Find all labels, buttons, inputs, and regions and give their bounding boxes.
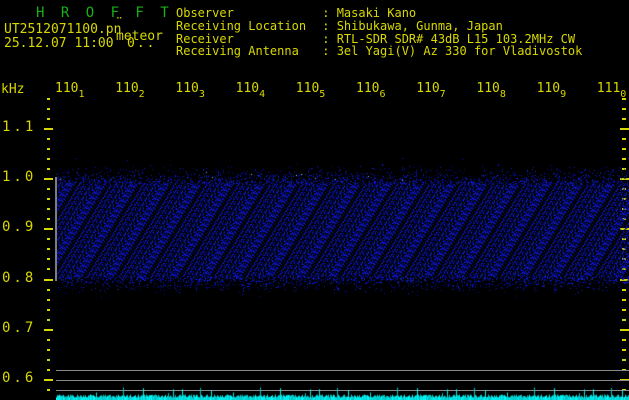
time-axis-label-main: 110 [536, 81, 561, 96]
datetime-label: 25.12.07 11:00 [4, 36, 114, 51]
freq-tick [44, 177, 53, 180]
time-axis-label: 1102 [115, 81, 145, 100]
time-axis-label-sub: 9 [560, 89, 567, 100]
freq-tick [47, 137, 50, 140]
time-axis-label-main: 110 [356, 81, 380, 96]
time-axis-label: 1107 [416, 81, 446, 100]
time-axis-label-main: 110 [115, 81, 139, 96]
freq-tick [47, 258, 50, 261]
freq-tick [47, 298, 50, 301]
time-axis-label-main: 110 [55, 81, 79, 96]
info-separator: : [315, 44, 337, 59]
freq-tick [47, 147, 50, 150]
freq-tick [47, 218, 50, 221]
freq-tick [622, 318, 626, 321]
freq-tick [622, 338, 626, 341]
signal-level-canvas [56, 383, 629, 400]
freq-tick [47, 97, 50, 100]
freq-tick [622, 348, 626, 351]
hrofft-screen: H R O F F T UT2512071100.pn ¨ meteor 25.… [0, 0, 629, 400]
time-axis-label-sub: 3 [198, 89, 205, 100]
reference-line [56, 380, 629, 381]
freq-tick [47, 107, 50, 110]
freq-tick [47, 318, 50, 321]
time-axis-label: 1101 [55, 81, 85, 100]
freq-tick [47, 208, 50, 211]
freq-tick [47, 157, 50, 160]
time-axis-label-sub: 7 [439, 89, 446, 100]
time-axis-label-sub: 2 [138, 89, 145, 100]
freq-axis-label: 0.9 [2, 219, 37, 236]
freq-tick [47, 238, 50, 241]
time-axis-label: 1104 [235, 81, 266, 100]
freq-tick [47, 268, 50, 271]
freq-axis-label: 0.6 [2, 370, 37, 387]
time-axis-label: 1103 [175, 81, 205, 100]
freq-tick [47, 308, 50, 311]
freq-tick [47, 358, 50, 361]
freq-axis-label: 1.0 [2, 168, 37, 185]
freq-tick [622, 147, 626, 150]
info-row: Receiving Antenna : 3el Yagi(V) Az 330 f… [176, 44, 582, 58]
freq-tick [622, 137, 626, 140]
freq-tick [47, 369, 50, 372]
time-axis-label-sub: 1 [78, 89, 85, 100]
reference-line [56, 370, 629, 371]
freq-tick [44, 278, 53, 281]
time-axis-label-sub: 4 [259, 89, 266, 100]
freq-tick [44, 328, 53, 331]
band-left-edge-line [55, 177, 57, 281]
time-axis-label: 1109 [536, 81, 567, 100]
freq-tick [622, 308, 626, 311]
freq-tick [47, 338, 50, 341]
time-axis-label-main: 110 [295, 81, 320, 96]
time-axis-label: 1105 [295, 81, 326, 100]
freq-tick [47, 188, 50, 190]
freq-axis-label: 0.7 [2, 319, 37, 336]
time-axis-label-main: 110 [175, 81, 199, 96]
freq-axis-unit: kHz [1, 82, 25, 97]
freq-tick [47, 248, 50, 251]
freq-tick [47, 389, 50, 392]
freq-tick [44, 228, 53, 231]
time-axis-label-main: 110 [476, 81, 500, 96]
freq-tick [620, 127, 629, 130]
freq-tick [622, 107, 626, 110]
time-axis-label-main: 111 [596, 81, 621, 96]
freq-tick [47, 198, 50, 201]
freq-tick [622, 298, 626, 301]
time-axis-label-main: 110 [235, 81, 260, 96]
noise-band-canvas [56, 158, 629, 298]
time-axis-label-sub: 6 [379, 89, 386, 100]
output-filename: UT2512071100.pn [4, 22, 122, 37]
freq-tick [620, 328, 629, 331]
freq-tick [622, 117, 626, 120]
freq-tick [47, 167, 50, 170]
freq-tick [47, 117, 50, 120]
freq-tick [622, 97, 626, 100]
freq-tick [44, 379, 53, 382]
freq-tick [44, 127, 53, 130]
info-label: Receiving Antenna [176, 44, 299, 59]
freq-axis-label: 0.8 [2, 269, 37, 286]
info-value: 3el Yagi(V) Az 330 for Vladivostok [336, 44, 583, 59]
freq-axis-label: 1.1 [2, 118, 37, 135]
time-axis-label: 1106 [356, 81, 386, 100]
time-axis-label: 1108 [476, 81, 506, 100]
time-axis-label: 1110 [596, 81, 627, 100]
freq-tick [47, 348, 50, 351]
time-axis-label-sub: 8 [499, 89, 506, 100]
freq-tick [622, 358, 626, 361]
app-title: H R O F F T [36, 5, 173, 21]
freq-tick [47, 288, 50, 291]
echo-counter: 0.. [127, 36, 157, 51]
time-axis-label-sub: 5 [319, 89, 326, 100]
time-axis-label-main: 110 [416, 81, 440, 96]
